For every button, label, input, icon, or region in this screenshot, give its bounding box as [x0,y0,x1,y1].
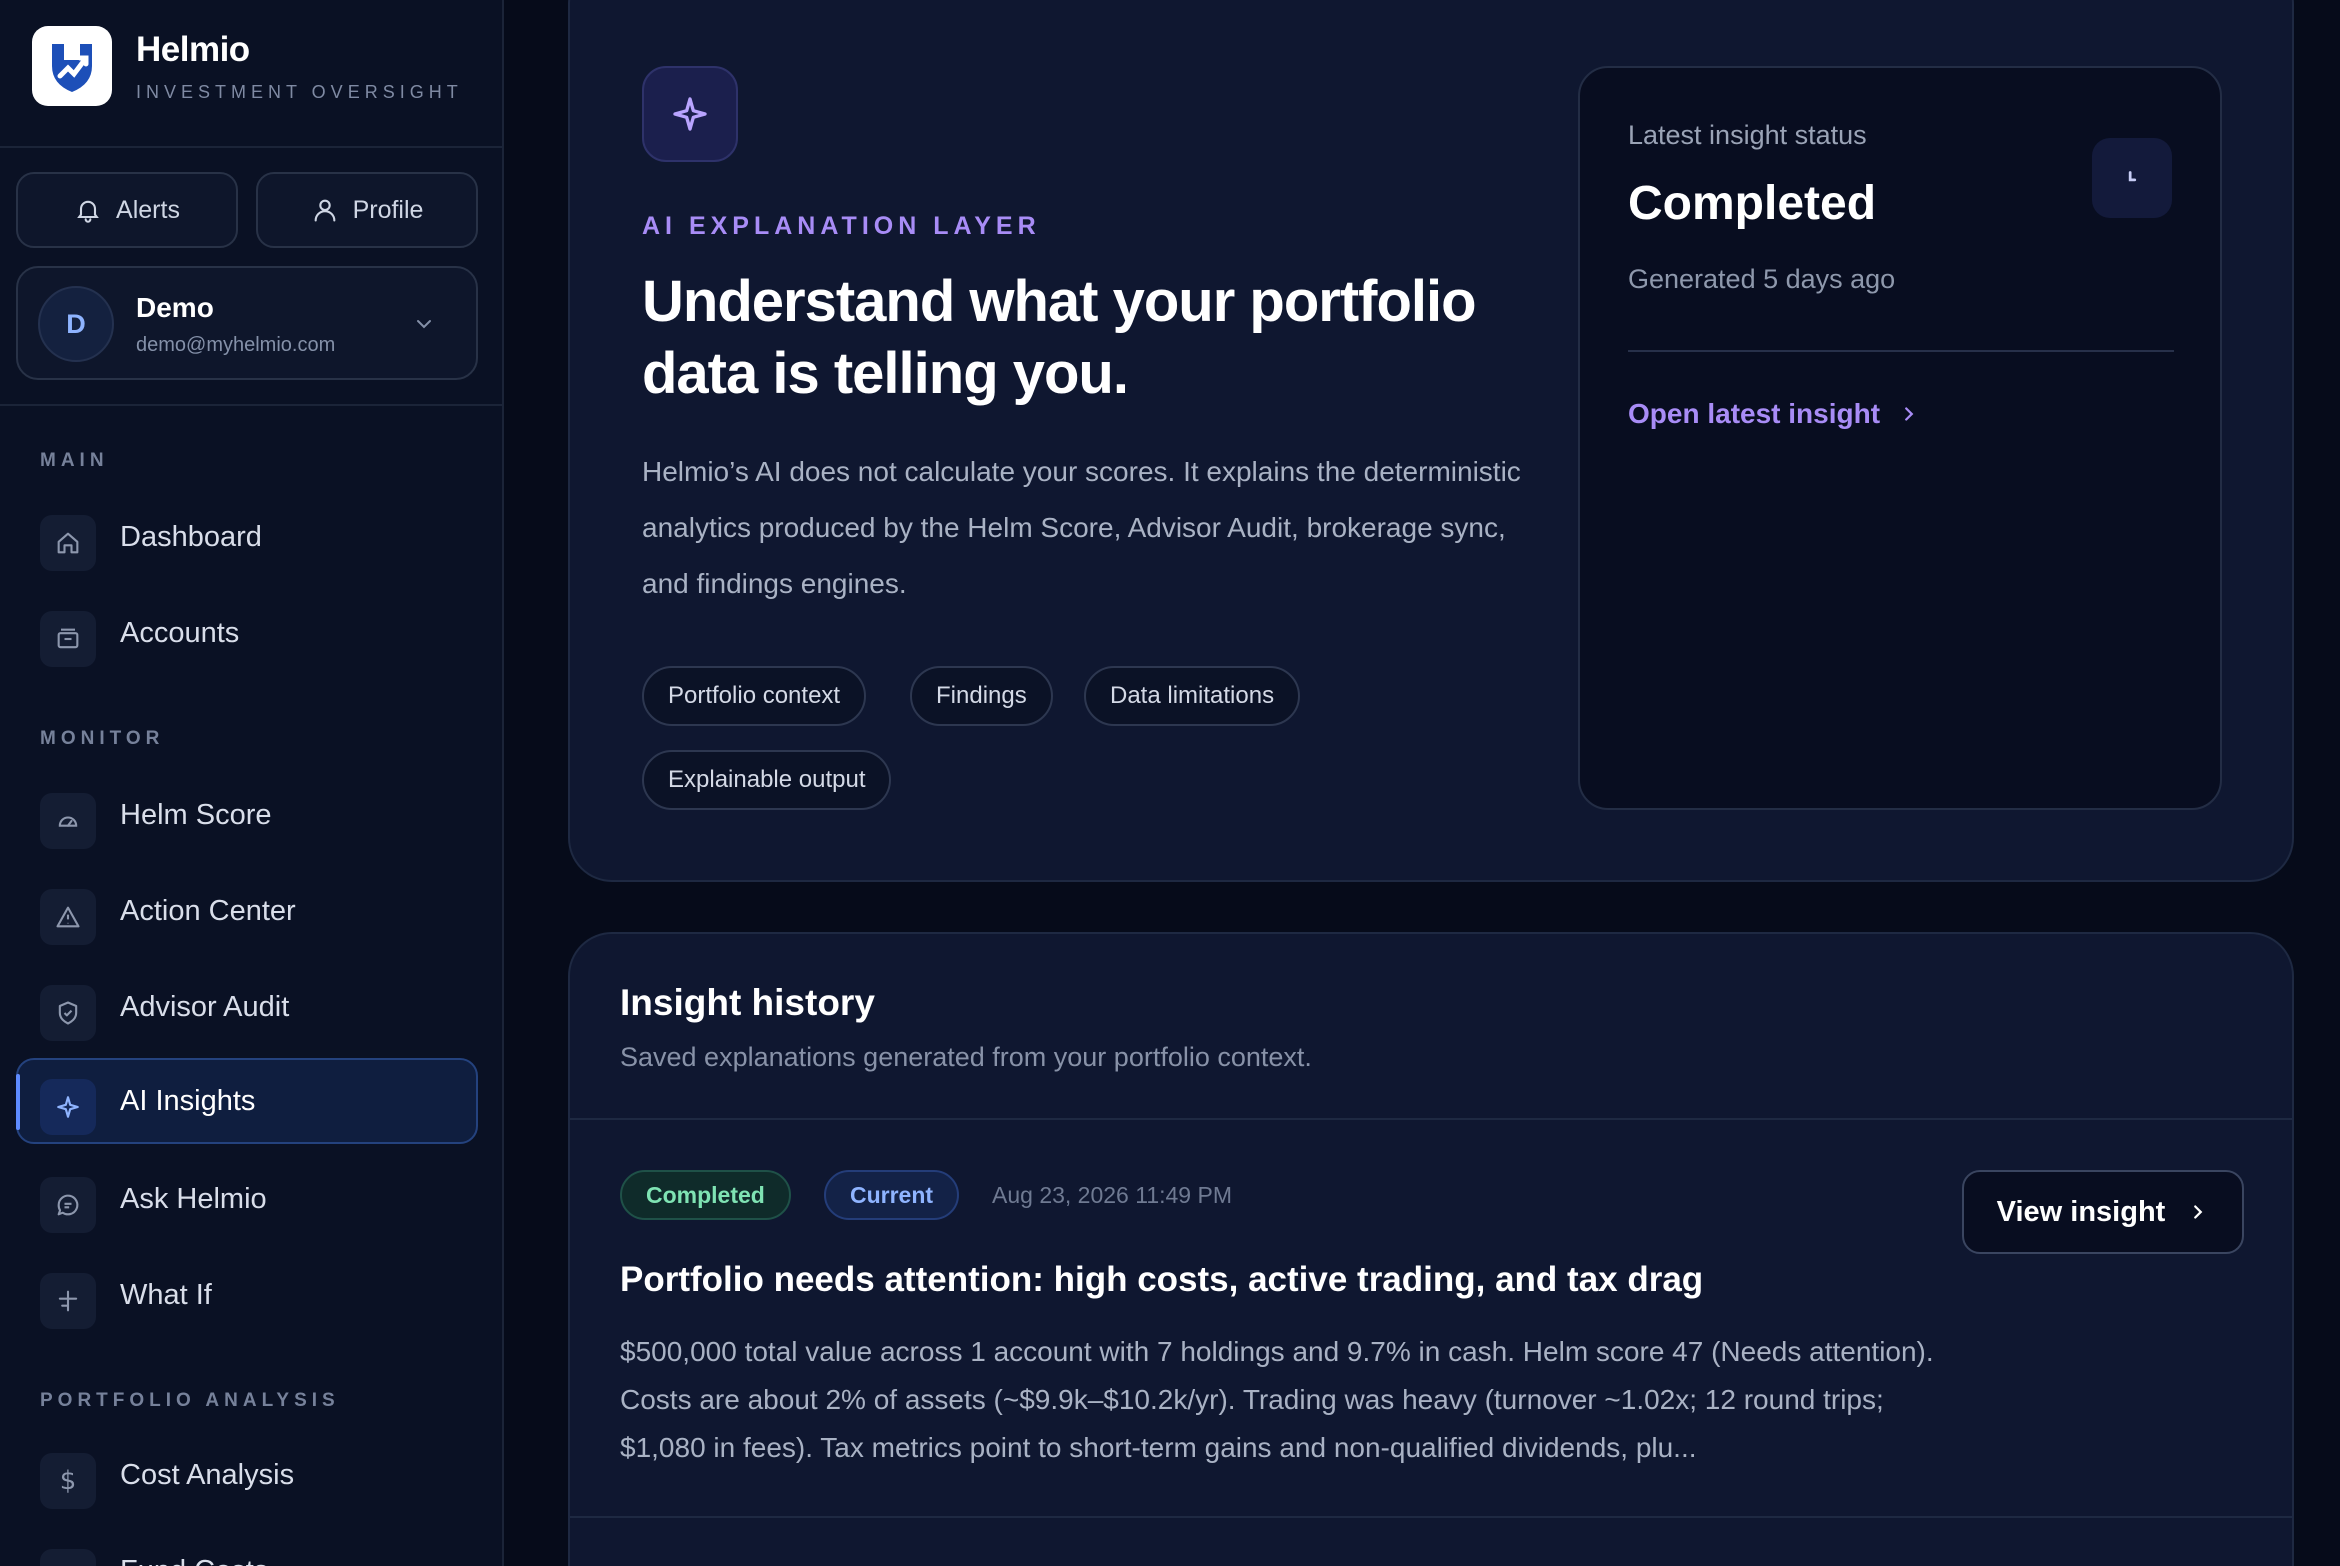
hero-eyebrow: AI EXPLANATION LAYER [642,212,1041,240]
sidebar-item-ai-insights[interactable]: AI Insights [16,1058,478,1144]
sidebar-item-cost-analysis[interactable]: $ Cost Analysis [16,1432,478,1518]
sidebar-item-label: Cost Analysis [120,1459,295,1491]
insight-history-card: Insight history Saved explanations gener… [568,932,2294,1566]
alerts-button[interactable]: Alerts [16,172,238,248]
sidebar-item-label: What If [120,1279,212,1311]
warning-icon [40,889,96,945]
current-badge: Current [824,1170,960,1220]
chat-icon [40,1177,96,1233]
status-label: Latest insight status [1628,120,1867,150]
insight-summary: $500,000 total value across 1 account wi… [620,1336,1934,1463]
brand-name: Helmio [136,29,250,69]
sidebar-item-what-if[interactable]: What If [16,1252,478,1338]
gauge-icon [40,793,96,849]
sparkle-icon [40,1079,96,1135]
sidebar-item-dashboard[interactable]: Dashboard [16,494,478,580]
chevron-right-icon [2194,1205,2203,1219]
history-divider [570,1118,2292,1120]
user-icon [314,199,335,222]
profile-button[interactable]: Profile [256,172,478,248]
user-email: demo@myhelmio.com [136,334,336,356]
history-subtitle: Saved explanations generated from your p… [620,1042,1312,1072]
status-generated: Generated 5 days ago [1628,264,1896,294]
wallet-icon [40,611,96,667]
insight-timestamp: Aug 23, 2026 11:49 PM [992,1182,1232,1208]
status-value: Completed [1628,177,1877,230]
history-title: Insight history [620,982,875,1023]
home-icon [40,515,96,571]
chip-portfolio-context: Portfolio context [642,666,867,726]
shield-icon [40,985,96,1041]
sidebar-item-label: Action Center [120,895,296,927]
section-label-portfolio-analysis: PORTFOLIO ANALYSIS [40,1390,340,1411]
chip-explainable-output: Explainable output [642,750,892,810]
latest-insight-status-card: Latest insight status Completed Generate… [1578,66,2222,810]
sidebar-divider [0,146,502,148]
sidebar-item-label: Accounts [120,617,240,649]
section-label-monitor: MONITOR [40,728,165,749]
sparkle-icon [642,66,738,162]
status-divider [1628,350,2174,352]
view-insight-button[interactable]: View insight [1962,1170,2244,1254]
sidebar-item-helm-score[interactable]: Helm Score [16,772,478,858]
dollar-icon: $ [40,1453,96,1509]
sidebar-item-ask-helmio[interactable]: Ask Helmio [16,1156,478,1242]
sidebar: Helmio INVESTMENT OVERSIGHT Alerts Profi… [0,0,504,1566]
sidebar-item-label: Advisor Audit [120,991,290,1023]
alerts-button-label: Alerts [116,195,180,224]
avatar: D [38,286,114,362]
account-switcher[interactable]: D Demo demo@myhelmio.com [16,266,478,380]
chevron-down-icon [417,320,431,329]
section-label-main: MAIN [40,450,109,471]
bell-icon [77,200,99,223]
sidebar-item-label: Ask Helmio [120,1183,267,1215]
sidebar-item-label: Fund Costs [120,1555,268,1566]
open-latest-insight-label: Open latest insight [1628,398,1881,429]
chip-data-limitations: Data limitations [1084,666,1301,726]
brand-tagline: INVESTMENT OVERSIGHT [136,81,463,102]
sidebar-item-advisor-audit[interactable]: Advisor Audit [16,964,478,1050]
plus-minus-icon [40,1273,96,1329]
history-divider [570,1516,2292,1518]
profile-button-label: Profile [352,195,424,224]
sidebar-item-label: Dashboard [120,521,262,553]
user-name: Demo [136,292,214,323]
helmio-logo-icon [32,26,112,106]
sidebar-divider [0,404,502,406]
hero-description: Helmio’s AI does not calculate your scor… [642,456,1521,599]
document-icon [40,1549,96,1566]
insight-title: Portfolio needs attention: high costs, a… [620,1260,1704,1299]
sidebar-item-accounts[interactable]: Accounts [16,590,478,676]
clock-icon [2092,138,2172,218]
chevron-right-icon [1905,407,1914,421]
sidebar-item-label: Helm Score [120,799,272,831]
brand[interactable]: Helmio INVESTMENT OVERSIGHT [32,26,463,106]
sidebar-item-action-center[interactable]: Action Center [16,868,478,954]
sidebar-item-label: AI Insights [120,1085,256,1117]
status-badge: Completed [620,1170,791,1220]
open-latest-insight-link[interactable]: Open latest insight [1628,398,1920,430]
chip-findings: Findings [910,666,1053,726]
view-insight-label: View insight [1996,1195,2166,1228]
sidebar-item-fund-costs[interactable]: Fund Costs [16,1528,478,1566]
hero-title: Understand what your portfolio data is t… [642,269,1477,406]
